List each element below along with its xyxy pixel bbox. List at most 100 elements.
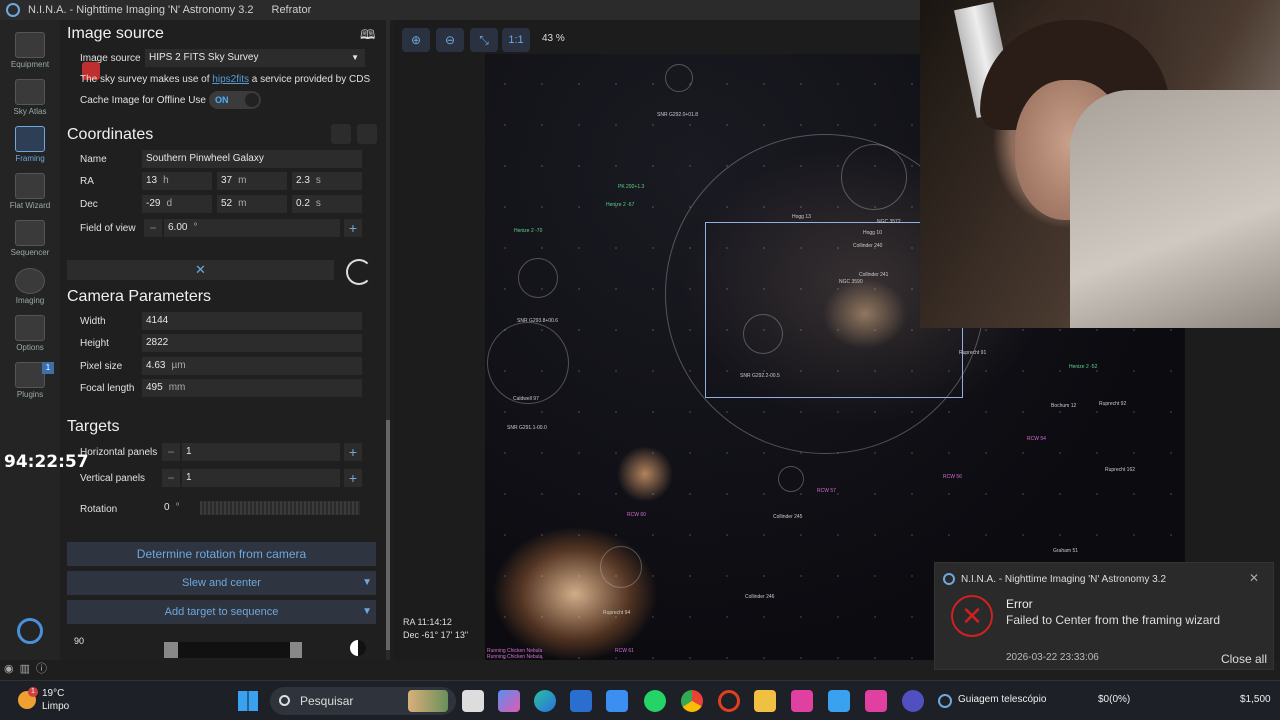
object-label: Collinder 240	[853, 243, 883, 249]
camera-height-input[interactable]: 2822	[142, 334, 362, 352]
image-source-select[interactable]: HIPS 2 FITS Sky Survey ▼	[145, 49, 365, 67]
book-icon[interactable]: 🕮	[360, 26, 375, 48]
ra-minutes-input[interactable]: 37 m	[217, 172, 287, 190]
hips2fits-link[interactable]: hips2fits	[212, 74, 249, 85]
target-name-input[interactable]: Southern Pinwheel Galaxy	[142, 150, 362, 168]
object-label: SNR G293.8+00.6	[517, 318, 558, 324]
app-icon[interactable]	[791, 690, 813, 712]
fit-to-view-icon[interactable]: ⤡	[470, 28, 498, 52]
app-icon[interactable]	[828, 690, 850, 712]
cache-toggle[interactable]: ON	[209, 91, 261, 109]
zoom-in-icon[interactable]: ⊕	[402, 28, 430, 52]
info-icon[interactable]: ⓘ	[36, 663, 53, 675]
determine-rotation-button[interactable]: Determine rotation from camera	[67, 542, 376, 566]
equipment-icon	[15, 32, 45, 58]
copilot-icon[interactable]	[498, 690, 520, 712]
close-icon[interactable]: ✕	[1249, 571, 1259, 585]
hpanels-decrement-button[interactable]: −	[162, 443, 180, 461]
add-target-button[interactable]: Add target to sequence ▼	[67, 600, 376, 624]
hpanels-input[interactable]: 1	[182, 443, 340, 461]
chevron-down-icon[interactable]: ▼	[362, 600, 372, 624]
sidebar-item-sequencer[interactable]: Sequencer	[0, 220, 60, 266]
nina-logo-icon	[6, 3, 20, 17]
store-icon[interactable]	[570, 690, 592, 712]
fov-increment-button[interactable]: +	[344, 219, 362, 237]
nina-logo-icon	[943, 573, 955, 585]
app-icon[interactable]	[865, 690, 887, 712]
fov-decrement-button[interactable]: −	[144, 219, 162, 237]
zoom-out-icon[interactable]: ⊖	[436, 28, 464, 52]
camera-width-input[interactable]: 4144	[142, 312, 362, 330]
opacity-value: 90	[74, 636, 85, 646]
object-outline	[600, 546, 642, 588]
app-icon[interactable]	[606, 690, 628, 712]
eye-icon[interactable]: ◉	[4, 663, 20, 675]
opacity-slider[interactable]	[90, 642, 366, 658]
book-icon[interactable]: ▥	[20, 663, 36, 675]
person-hoodie	[1070, 90, 1280, 328]
object-label: NGC 3590	[839, 279, 863, 285]
object-label: Caldwell 97	[513, 396, 539, 402]
pixel-size-input[interactable]: 4.63 µm	[142, 357, 362, 375]
nina-taskbar-icon[interactable]	[902, 690, 924, 712]
vpanels-increment-button[interactable]: +	[344, 469, 362, 487]
sidebar-item-label: Framing	[15, 154, 45, 163]
dec-seconds-input[interactable]: 0.2 s	[292, 195, 362, 213]
rotation-slider[interactable]	[200, 501, 360, 515]
sidebar-item-flat-wizard[interactable]: Flat Wizard	[0, 173, 60, 219]
zoom-one-to-one-button[interactable]: 1:1	[502, 28, 530, 52]
sidebar-item-label: Flat Wizard	[9, 201, 51, 210]
sidebar-item-framing[interactable]: Framing	[0, 126, 60, 172]
taskbar: 1 19°C Limpo Pesquisar Guiagem telescópio…	[0, 680, 1280, 720]
hpanels-increment-button[interactable]: +	[344, 443, 362, 461]
search-icon	[279, 695, 290, 706]
close-all-button[interactable]: Close all	[1221, 652, 1267, 666]
object-outline	[487, 322, 569, 404]
guiding-app-label[interactable]: Guiagem telescópio	[958, 694, 1046, 705]
contrast-icon[interactable]	[350, 640, 366, 656]
framing-settings-panel: Image source 🕮 Image source HIPS 2 FITS …	[60, 20, 390, 660]
object-label: PK 292+1.3	[618, 184, 645, 190]
dec-minutes-input[interactable]: 52 m	[217, 195, 287, 213]
sidebar-item-plugins[interactable]: 1 Plugins	[0, 362, 60, 408]
power-icon[interactable]	[17, 618, 43, 644]
panel-scrollbar[interactable]	[386, 20, 390, 660]
guiding-icon[interactable]	[938, 694, 952, 708]
whatsapp-icon[interactable]	[644, 690, 666, 712]
object-label: Hogg 10	[863, 230, 882, 236]
object-label: SNR G292.2-00.5	[740, 373, 780, 379]
slew-center-button[interactable]: Slew and center ▼	[67, 571, 376, 595]
chevron-down-icon[interactable]: ▼	[362, 571, 372, 595]
weather-condition: Limpo	[42, 701, 70, 712]
sidebar-item-sky-atlas[interactable]: Sky Atlas	[0, 79, 60, 125]
sidebar-item-imaging[interactable]: Imaging	[0, 268, 60, 314]
cancel-loading-button[interactable]: ✕	[67, 260, 334, 280]
vpanels-input[interactable]: 1	[182, 469, 340, 487]
object-label: NGC 3572	[877, 219, 901, 225]
globe-icon[interactable]	[357, 124, 377, 144]
sky-survey-note: The sky survey makes use of hips2fits a …	[80, 74, 371, 85]
focal-length-label: Focal length	[80, 383, 135, 394]
opera-icon[interactable]	[718, 690, 740, 712]
vpanels-decrement-button[interactable]: −	[162, 469, 180, 487]
target-icon[interactable]	[331, 124, 351, 144]
windows-start-icon[interactable]	[238, 691, 258, 711]
dec-degrees-input[interactable]: -29 d	[142, 195, 212, 213]
sidebar-item-options[interactable]: Options	[0, 315, 60, 361]
sidebar-item-equipment[interactable]: Equipment	[0, 32, 60, 78]
ra-seconds-input[interactable]: 2.3 s	[292, 172, 362, 190]
ra-hours-input[interactable]: 13 h	[142, 172, 212, 190]
notification-timestamp: 2026-03-22 23:33:06	[1006, 652, 1099, 663]
fov-input[interactable]: 6.00 °	[164, 219, 340, 237]
object-label: Henize 2 -70	[514, 228, 543, 234]
task-view-icon[interactable]	[462, 690, 484, 712]
file-explorer-icon[interactable]	[754, 690, 776, 712]
sidebar-item-label: Sky Atlas	[13, 107, 47, 116]
object-label: RCW 61	[615, 648, 634, 654]
chrome-icon[interactable]	[681, 690, 703, 712]
edge-icon[interactable]	[534, 690, 556, 712]
search-highlight-icon[interactable]	[408, 690, 448, 712]
focal-length-input[interactable]: 495 mm	[142, 379, 362, 397]
sidebar: Equipment Sky Atlas Framing Flat Wizard …	[0, 20, 60, 695]
object-label: Collinder 245	[773, 514, 803, 520]
